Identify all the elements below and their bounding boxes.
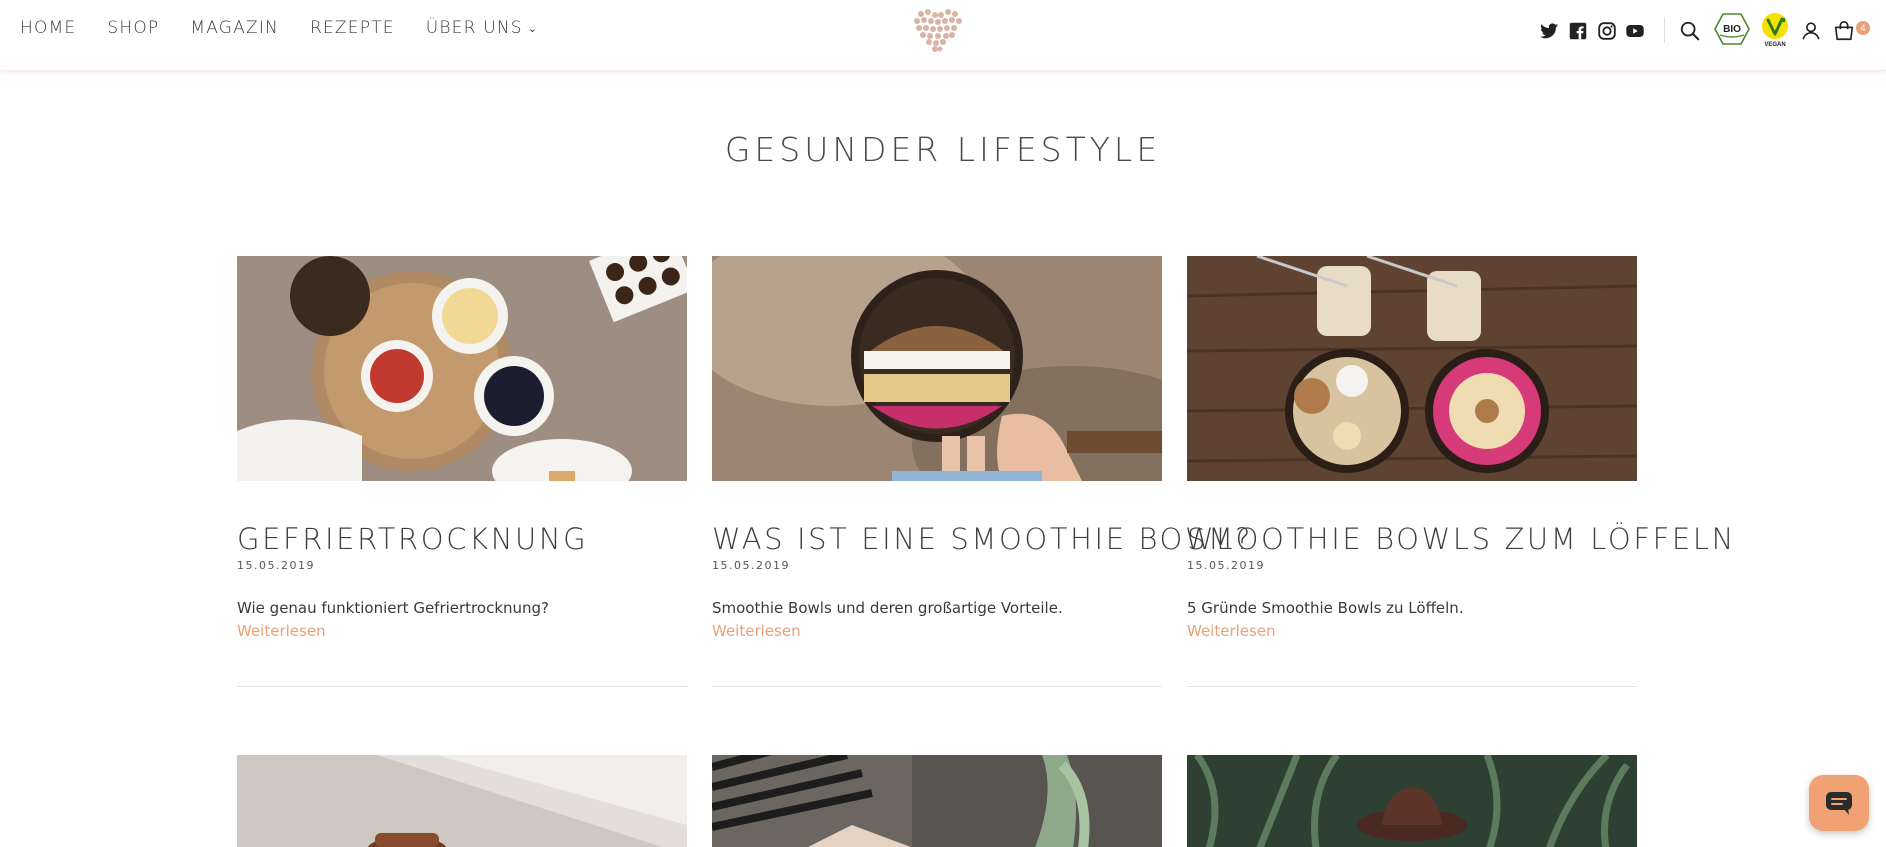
read-more-link[interactable]: Weiterlesen — [237, 622, 687, 640]
read-more-link[interactable]: Weiterlesen — [712, 622, 1162, 640]
card-divider — [237, 686, 687, 687]
article-date: 15.05.2019 — [712, 559, 790, 572]
bio-seal-label: BIO — [1723, 24, 1741, 35]
article-image[interactable] — [237, 228, 696, 503]
article-image[interactable] — [1186, 254, 1638, 481]
article-excerpt: Smoothie Bowls und deren großartige Vort… — [712, 599, 1063, 617]
nav-ueber-uns[interactable]: ÜBER UNS ⌄ — [426, 18, 539, 38]
instagram-icon[interactable] — [1596, 20, 1618, 42]
page-title: GESUNDER LIFESTYLE — [724, 130, 1162, 169]
heart-logo[interactable] — [911, 6, 965, 54]
nav-home[interactable]: HOME — [20, 18, 76, 38]
nav-magazin[interactable]: MAGAZIN — [190, 18, 279, 38]
chat-icon — [1826, 792, 1852, 815]
bio-seal-icon: BIO — [1714, 13, 1750, 45]
nav-rezepte-label: REZEPTE — [309, 18, 395, 38]
article-title[interactable]: SMOOTHIE BOWLS ZUM LÖFFELN — [1187, 522, 1733, 556]
youtube-icon[interactable] — [1624, 20, 1646, 42]
cart-count-badge: 4 — [1856, 21, 1870, 35]
article-title[interactable]: WAS IST EINE SMOOTHIE BOWL? — [712, 522, 1250, 556]
twitter-icon[interactable] — [1538, 20, 1560, 42]
card-divider — [1187, 686, 1637, 687]
nav-rezepte[interactable]: REZEPTE — [310, 18, 395, 38]
nav-ueber-uns-label: ÜBER UNS — [425, 18, 523, 38]
article-date: 15.05.2019 — [237, 559, 315, 572]
vegan-label-text: VEGAN — [1764, 42, 1785, 48]
vegan-label-icon: VEGAN — [1762, 13, 1788, 48]
article-image[interactable] — [682, 226, 1232, 526]
article-card: SMOOTHIE BOWLS ZUM LÖFFELN 15.05.2019 5 … — [1186, 254, 1733, 687]
cart-icon[interactable] — [1833, 20, 1855, 42]
nav-shop-label: SHOP — [107, 18, 160, 38]
nav-magazin-label: MAGAZIN — [190, 18, 279, 38]
main-nav: HOME SHOP MAGAZIN REZEPTE ÜBER UNS ⌄ — [20, 18, 569, 38]
article-excerpt: Wie genau funktioniert Gefriertrocknung? — [237, 599, 550, 617]
header-divider — [1664, 17, 1665, 43]
article-title[interactable]: GEFRIERTROCKNUNG — [237, 522, 687, 556]
article-card: GEFRIERTROCKNUNG 15.05.2019 Wie genau fu… — [237, 228, 696, 687]
nav-shop[interactable]: SHOP — [107, 18, 159, 38]
article-image[interactable] — [1187, 755, 1637, 847]
chevron-down-icon: ⌄ — [527, 21, 539, 35]
article-date: 15.05.2019 — [1187, 559, 1265, 572]
chat-widget-button[interactable] — [1809, 775, 1869, 831]
account-icon[interactable] — [1800, 20, 1822, 42]
read-more-link[interactable]: Weiterlesen — [1187, 622, 1637, 640]
facebook-icon[interactable] — [1567, 20, 1589, 42]
nav-home-label: HOME — [20, 18, 77, 38]
article-excerpt: 5 Gründe Smoothie Bowls zu Löffeln. — [1187, 599, 1464, 617]
article-image[interactable] — [237, 755, 687, 847]
site-header: HOME SHOP MAGAZIN REZEPTE ÜBER UNS ⌄ BIO… — [0, 0, 1886, 71]
search-icon[interactable] — [1679, 20, 1701, 42]
article-image[interactable] — [712, 755, 1162, 847]
card-divider — [712, 686, 1162, 687]
article-card: WAS IST EINE SMOOTHIE BOWL? 15.05.2019 S… — [682, 226, 1250, 687]
